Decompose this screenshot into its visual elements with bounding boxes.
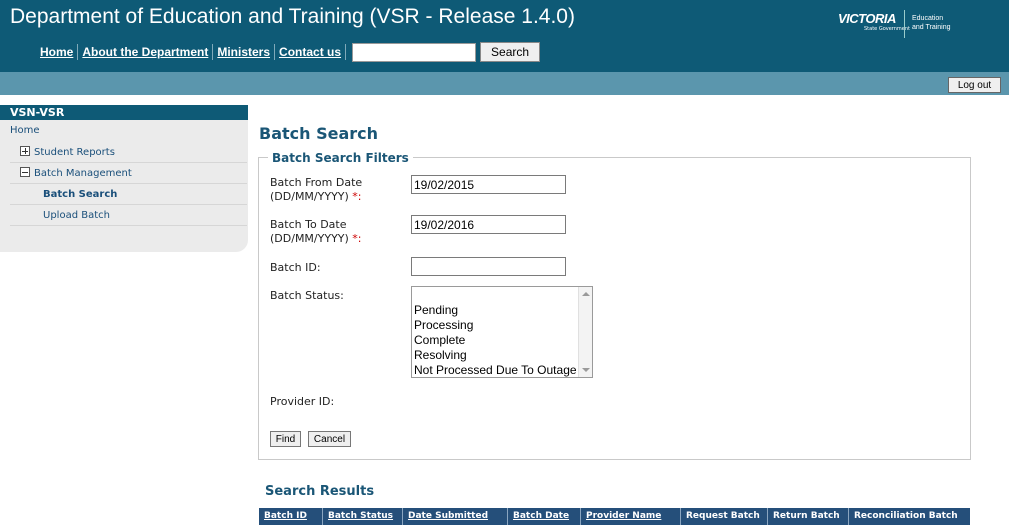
batch-to-label-text: Batch To Date (DD/MM/YYYY) [270,218,349,245]
col-request-batch: Request Batch [681,508,768,525]
sidebar-item-upload-batch[interactable]: Upload Batch [10,205,247,226]
header-band: Log out [0,72,1009,95]
listbox-scrollbar[interactable] [578,287,592,377]
status-option-resolving[interactable]: Resolving [412,348,577,363]
required-asterisk: *: [352,190,362,203]
scroll-up-arrow-icon[interactable] [582,292,590,296]
batch-status-label: Batch Status: [270,289,344,302]
sidebar-title: VSN-VSR [0,105,248,120]
logout-button[interactable]: Log out [948,77,1001,93]
status-option-processing[interactable]: Processing [412,318,577,333]
required-asterisk: *: [352,232,362,245]
nav-ministers-link[interactable]: Ministers [213,44,276,60]
col-batch-date[interactable]: Batch Date [508,508,581,525]
col-batch-status[interactable]: Batch Status [323,508,403,525]
batch-to-date-input[interactable] [411,215,566,234]
col-return-batch: Return Batch [768,508,849,525]
provider-id-label: Provider ID: [270,395,335,408]
batch-search-filters: Batch Search Filters Batch From Date (DD… [258,151,971,460]
sidebar-item-batch-management[interactable]: Batch Management [10,163,247,184]
col-batch-id[interactable]: Batch ID [259,508,323,525]
logo-divider [904,10,905,38]
sidebar-item-student-reports[interactable]: Student Reports [10,142,247,163]
batch-to-label: Batch To Date (DD/MM/YYYY) *: [270,218,400,246]
results-table-header: Batch ID Batch Status Date Submitted Bat… [259,508,970,525]
site-search-input[interactable] [352,42,477,62]
batch-id-label: Batch ID: [270,261,321,274]
filters-legend: Batch Search Filters [268,151,413,165]
sidebar: VSN-VSR Home Student Reports Batch Manag… [0,105,248,252]
nav-about-link[interactable]: About the Department [78,44,214,60]
batch-status-listbox[interactable]: Pending Processing Complete Resolving No… [411,286,593,378]
col-provider-name[interactable]: Provider Name [581,508,681,525]
logo-victoria-mark: VICTORIA [838,11,896,26]
status-option-not-processed[interactable]: Not Processed Due To Outage [412,363,577,378]
search-results-title: Search Results [265,484,375,499]
sidebar-item-label: Student Reports [34,147,115,158]
nav-home-link[interactable]: Home [36,44,79,60]
site-title: Department of Education and Training (VS… [10,5,575,28]
sidebar-item-label: Batch Management [34,168,132,179]
site-search-button[interactable]: Search [480,42,541,62]
status-option-pending[interactable]: Pending [412,303,577,318]
collapse-minus-icon[interactable] [20,167,30,177]
status-option-complete[interactable]: Complete [412,333,577,348]
page-title: Batch Search [259,124,379,143]
cancel-button[interactable]: Cancel [308,431,351,447]
batch-from-date-input[interactable] [411,175,566,194]
batch-id-input[interactable] [411,257,566,276]
status-options: Pending Processing Complete Resolving No… [412,303,577,378]
find-button[interactable]: Find [270,431,301,447]
top-nav: Home About the Department Ministers Cont… [36,42,541,62]
col-reconciliation-batch: Reconciliation Batch [854,511,958,521]
sidebar-item-home[interactable]: Home [10,120,247,142]
sidebar-item-batch-search[interactable]: Batch Search [10,184,247,205]
logo-dept-line2: and Training [912,24,951,31]
scroll-down-arrow-icon[interactable] [582,368,590,372]
victoria-government-logo: VICTORIA State Government Education and T… [838,6,968,40]
logo-dept-line1: Education [912,15,944,22]
batch-from-label-text: Batch From Date (DD/MM/YYYY) [270,176,363,203]
batch-from-label: Batch From Date (DD/MM/YYYY) *: [270,176,400,204]
logo-department: Education and Training [912,14,951,32]
site-header: Department of Education and Training (VS… [0,0,1009,72]
expand-plus-icon[interactable] [20,146,30,156]
nav-contact-link[interactable]: Contact us [275,44,347,60]
col-date-submitted[interactable]: Date Submitted [403,508,508,525]
